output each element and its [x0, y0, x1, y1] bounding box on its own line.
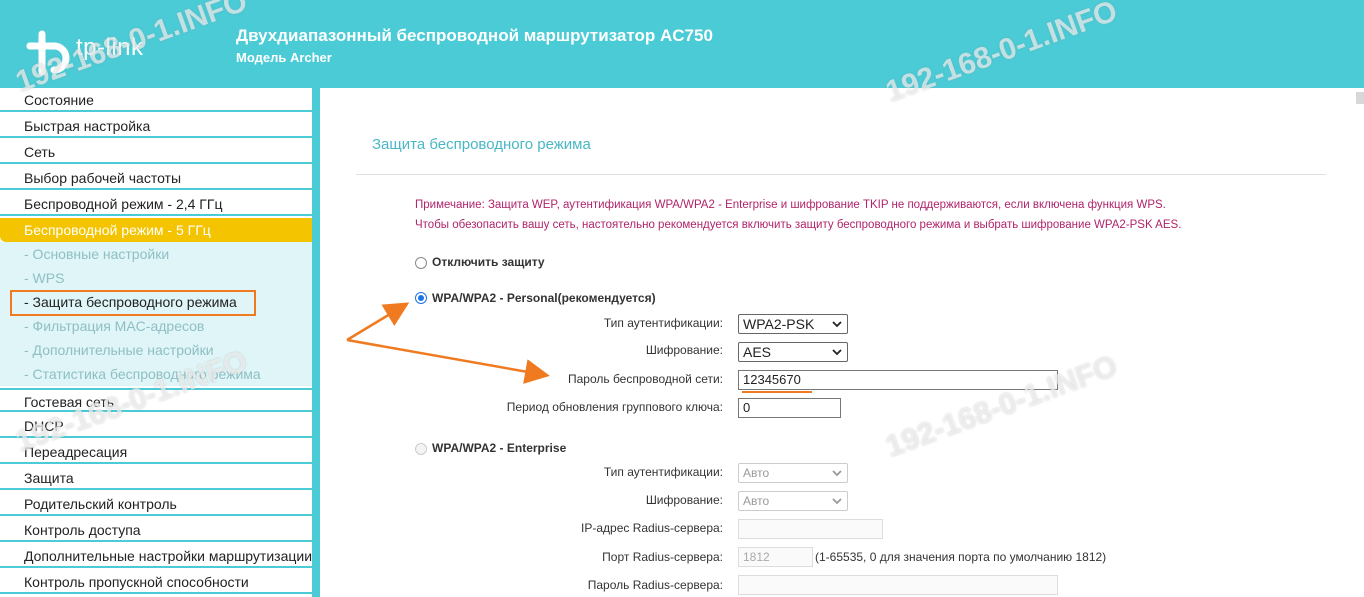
radio-wpa-personal[interactable] [415, 292, 427, 304]
logo-text: tp-link [76, 34, 144, 61]
personal-auth-select[interactable]: WPA2-PSK [738, 314, 848, 334]
sidebar-item-parental[interactable]: Родительский контроль [0, 492, 312, 516]
tp-link-logo-icon [26, 30, 70, 76]
enterprise-enc-select[interactable]: Авто [738, 491, 848, 511]
chevron-down-icon [832, 498, 842, 505]
radio-disable-label: Отключить защиту [432, 255, 545, 269]
sidebar-border [312, 88, 320, 597]
header-bar: tp-link Двухдиапазонный беспроводной мар… [0, 0, 1364, 88]
group-key-label: Период обновления группового ключа: [506, 400, 723, 414]
personal-enc-value: AES [743, 344, 772, 360]
radius-port-label: Порт Radius-сервера: [602, 550, 723, 564]
watermark: 192-168-0-1.INFO [881, 349, 1122, 464]
chevron-down-icon [832, 321, 842, 328]
enterprise-auth-value: Авто [743, 466, 770, 480]
submenu-advanced[interactable]: - Дополнительные настройки [24, 338, 214, 362]
sidebar-item-guest[interactable]: Гостевая сеть [0, 388, 312, 412]
radio-wpa-enterprise[interactable] [415, 443, 427, 455]
submenu-mac-filtering[interactable]: - Фильтрация MAC-адресов [24, 314, 204, 338]
page-header-title: Двухдиапазонный беспроводной маршрутизат… [236, 26, 713, 45]
enterprise-enc-value: Авто [743, 494, 770, 508]
radius-port-hint: (1-65535, 0 для значения порта по умолча… [815, 550, 1107, 564]
personal-enc-label: Шифрование: [645, 343, 723, 357]
sidebar-item-forwarding[interactable]: Переадресация [0, 440, 312, 464]
personal-pass-label: Пароль беспроводной сети: [567, 372, 723, 386]
sidebar-item-band-select[interactable]: Выбор рабочей частоты [0, 166, 312, 190]
radius-port-input[interactable]: 1812 [738, 547, 813, 567]
sidebar-item-wireless-24[interactable]: Беспроводной режим - 2,4 ГГц [0, 192, 312, 216]
radio-disable-security[interactable] [415, 257, 427, 269]
title-divider [356, 174, 1326, 175]
radius-ip-input[interactable] [738, 519, 883, 539]
enterprise-auth-label: Тип аутентификации: [603, 465, 723, 479]
submenu-basic-settings[interactable]: - Основные настройки [24, 242, 169, 266]
personal-auth-value: WPA2-PSK [743, 316, 815, 332]
page-header-subtitle: Модель Archer [236, 50, 332, 65]
page-title: Защита беспроводного режима [372, 136, 591, 153]
sidebar-lower: Гостевая сеть DHCP Переадресация Защита … [0, 388, 312, 597]
radio-wpa-enterprise-label: WPA/WPA2 - Enterprise [432, 441, 567, 455]
note-line-2: Чтобы обезопасить вашу сеть, настоятельн… [415, 219, 1182, 231]
annotation-highlight-box [10, 290, 256, 316]
sidebar-item-access-control[interactable]: Контроль доступа [0, 518, 312, 542]
sidebar-item-bandwidth[interactable]: Контроль пропускной способности [0, 570, 312, 594]
radius-pass-input[interactable] [738, 575, 1058, 595]
enterprise-enc-label: Шифрование: [645, 493, 723, 507]
radio-wpa-personal-label: WPA/WPA2 - Personal(рекомендуется) [432, 291, 656, 305]
sidebar-item-network[interactable]: Сеть [0, 140, 312, 164]
chevron-down-icon [832, 349, 842, 356]
radius-ip-label: IP-адрес Radius-сервера: [581, 521, 723, 535]
scrollbar-thumb[interactable] [1356, 92, 1364, 104]
chevron-down-icon [832, 470, 842, 477]
personal-enc-select[interactable]: AES [738, 342, 848, 362]
group-key-input[interactable]: 0 [738, 398, 841, 418]
submenu-wps[interactable]: - WPS [24, 266, 64, 290]
note-line-1: Примечание: Защита WEP, аутентификация W… [415, 199, 1166, 211]
sidebar-item-quick-setup[interactable]: Быстрая настройка [0, 114, 312, 138]
submenu-statistics[interactable]: - Статистика беспроводного режима [24, 362, 261, 386]
sidebar-item-routing[interactable]: Дополнительные настройки маршрутизации [0, 544, 312, 568]
annotation-underline [742, 391, 812, 393]
enterprise-auth-select[interactable]: Авто [738, 463, 848, 483]
sidebar-item-dhcp[interactable]: DHCP [0, 414, 312, 438]
sidebar-item-security[interactable]: Защита [0, 466, 312, 490]
personal-auth-label: Тип аутентификации: [603, 316, 723, 330]
sidebar-item-status[interactable]: Состояние [0, 88, 312, 112]
sidebar-item-wireless-5[interactable]: Беспроводной режим - 5 ГГц [0, 218, 312, 242]
tp-link-logo: tp-link [24, 24, 164, 76]
radius-pass-label: Пароль Radius-сервера: [587, 578, 723, 592]
wireless-password-input[interactable]: 12345670 [738, 370, 1058, 390]
